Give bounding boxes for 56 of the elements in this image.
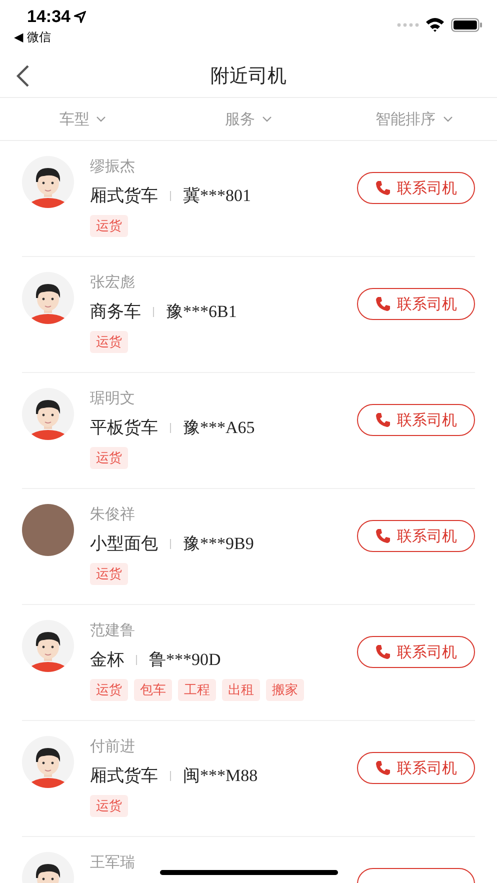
wifi-icon [425,17,445,32]
license-plate: 鲁***90D [149,649,221,671]
filter-dropdown[interactable]: 智能排序 [331,98,497,140]
contact-driver-button[interactable]: 联系司机 [357,636,475,668]
contact-driver-button[interactable]: 联系司机 [357,752,475,784]
chevron-down-icon [96,116,106,122]
driver-name: 缪振杰 [90,157,135,175]
license-plate: 闽***M88 [183,765,258,787]
service-tag: 运货 [90,331,128,353]
driver-name: 张宏彪 [90,273,135,291]
service-tag: 运货 [90,563,128,585]
chevron-down-icon [442,116,453,122]
phone-icon [375,180,391,196]
driver-name: 范建鲁 [90,621,135,639]
vehicle-type: 小型面包 [90,533,158,555]
phone-icon [375,760,391,776]
phone-icon [375,412,391,428]
filter-dropdown[interactable]: 车型 [0,98,166,140]
vehicle-type: 金杯 [90,649,124,671]
avatar-photo-placeholder [22,504,74,556]
chevron-down-icon [262,116,272,122]
driver-name: 琚明文 [90,389,135,407]
service-tag: 搬家 [266,679,304,701]
license-plate: 豫***A65 [183,417,255,439]
signal-dots-icon [397,22,419,26]
status-time: 14:34 [27,7,70,27]
back-icon[interactable] [16,64,30,88]
vehicle-type: 厢式货车 [90,185,158,207]
vehicle-type: 厢式货车 [90,765,158,787]
contact-driver-button[interactable]: 联系司机 [357,288,475,320]
location-arrow-icon [74,11,86,23]
contact-driver-button[interactable]: 联系司机 [357,172,475,204]
page-title: 附近司机 [210,64,286,89]
service-tag: 工程 [178,679,216,701]
vehicle-type: 商务车 [90,301,141,323]
back-to-app-link[interactable]: ◀ 微信 [14,29,86,46]
phone-icon [375,528,391,544]
service-tag: 运货 [90,215,128,237]
service-tag: 运货 [90,447,128,469]
license-plate: 豫***9B9 [183,533,254,555]
contact-driver-button[interactable]: 联系司机 [357,404,475,436]
service-tag: 包车 [134,679,172,701]
license-plate: 豫***6B1 [166,301,237,323]
contact-driver-button[interactable]: 联系司机 [357,520,475,552]
service-tag: 运货 [90,679,128,701]
service-tag: 运货 [90,795,128,817]
filter-dropdown[interactable]: 服务 [166,98,332,140]
phone-icon [375,644,391,660]
driver-name: 付前进 [90,737,135,755]
phone-icon [375,296,391,312]
service-tag: 出租 [222,679,260,701]
license-plate: 冀***801 [183,185,251,207]
battery-icon [451,18,483,32]
vehicle-type: 平板货车 [90,417,158,439]
driver-name: 王军瑞 [90,853,135,871]
driver-name: 朱俊祥 [90,505,135,523]
